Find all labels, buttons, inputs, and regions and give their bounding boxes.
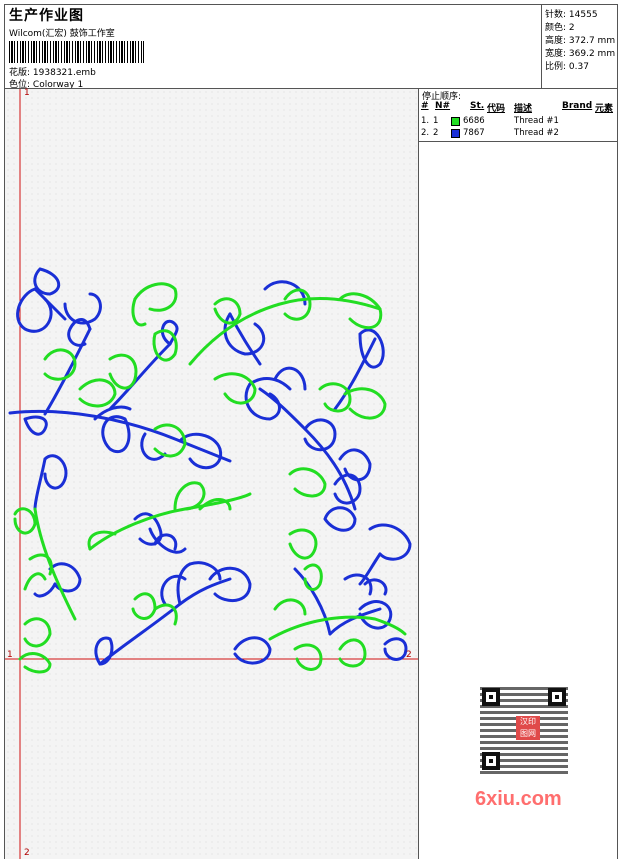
axis-label-top: 1 [24,88,30,98]
watermark-logo: 6xiu.com [475,788,562,810]
thread-swatch [451,129,460,138]
qr-stamp: 汉印 图网 [516,716,540,740]
stat-height: 高度: 372.7 mm [545,36,616,46]
studio-name: Wilcom(汇宏) 鼓饰工作室 [9,29,115,39]
col-st: St. [470,101,485,111]
axis-label-left: 1 [7,650,13,660]
thread-paths [8,267,412,674]
col-desc: 描述 [514,104,533,114]
col-code: 代码 [487,104,506,114]
panel-divider [419,141,617,142]
axis-label-bottom: 2 [24,848,30,858]
col-brand: Brand [562,101,593,111]
thread-2-stitches [8,267,412,666]
stats-panel: 针数: 14555 颜色: 2 高度: 372.7 mm 宽度: 369.2 m… [541,5,618,88]
design-canvas[interactable]: 1 1 2 2 [5,88,419,859]
thread-swatch [451,117,460,126]
col-element: 元素 [595,104,614,114]
stat-width: 宽度: 369.2 mm [545,49,616,59]
stat-colors: 颜色: 2 [545,23,575,33]
page-title: 生产作业图 [9,8,84,24]
stat-stitches: 针数: 14555 [545,10,598,20]
stat-scale: 比例: 0.37 [545,62,589,72]
barcode [9,41,144,63]
embroidery-preview [5,89,418,859]
table-row[interactable]: 2. 2 7867 Thread #2 [419,127,617,141]
col-n: N# [435,101,451,111]
qr-code: 汉印 图网 [468,680,583,780]
header-panel: 生产作业图 Wilcom(汇宏) 鼓饰工作室 花版: 1938321.emb 色… [5,5,540,90]
axis-label-right: 2 [406,650,412,660]
col-hash: # [421,101,429,111]
